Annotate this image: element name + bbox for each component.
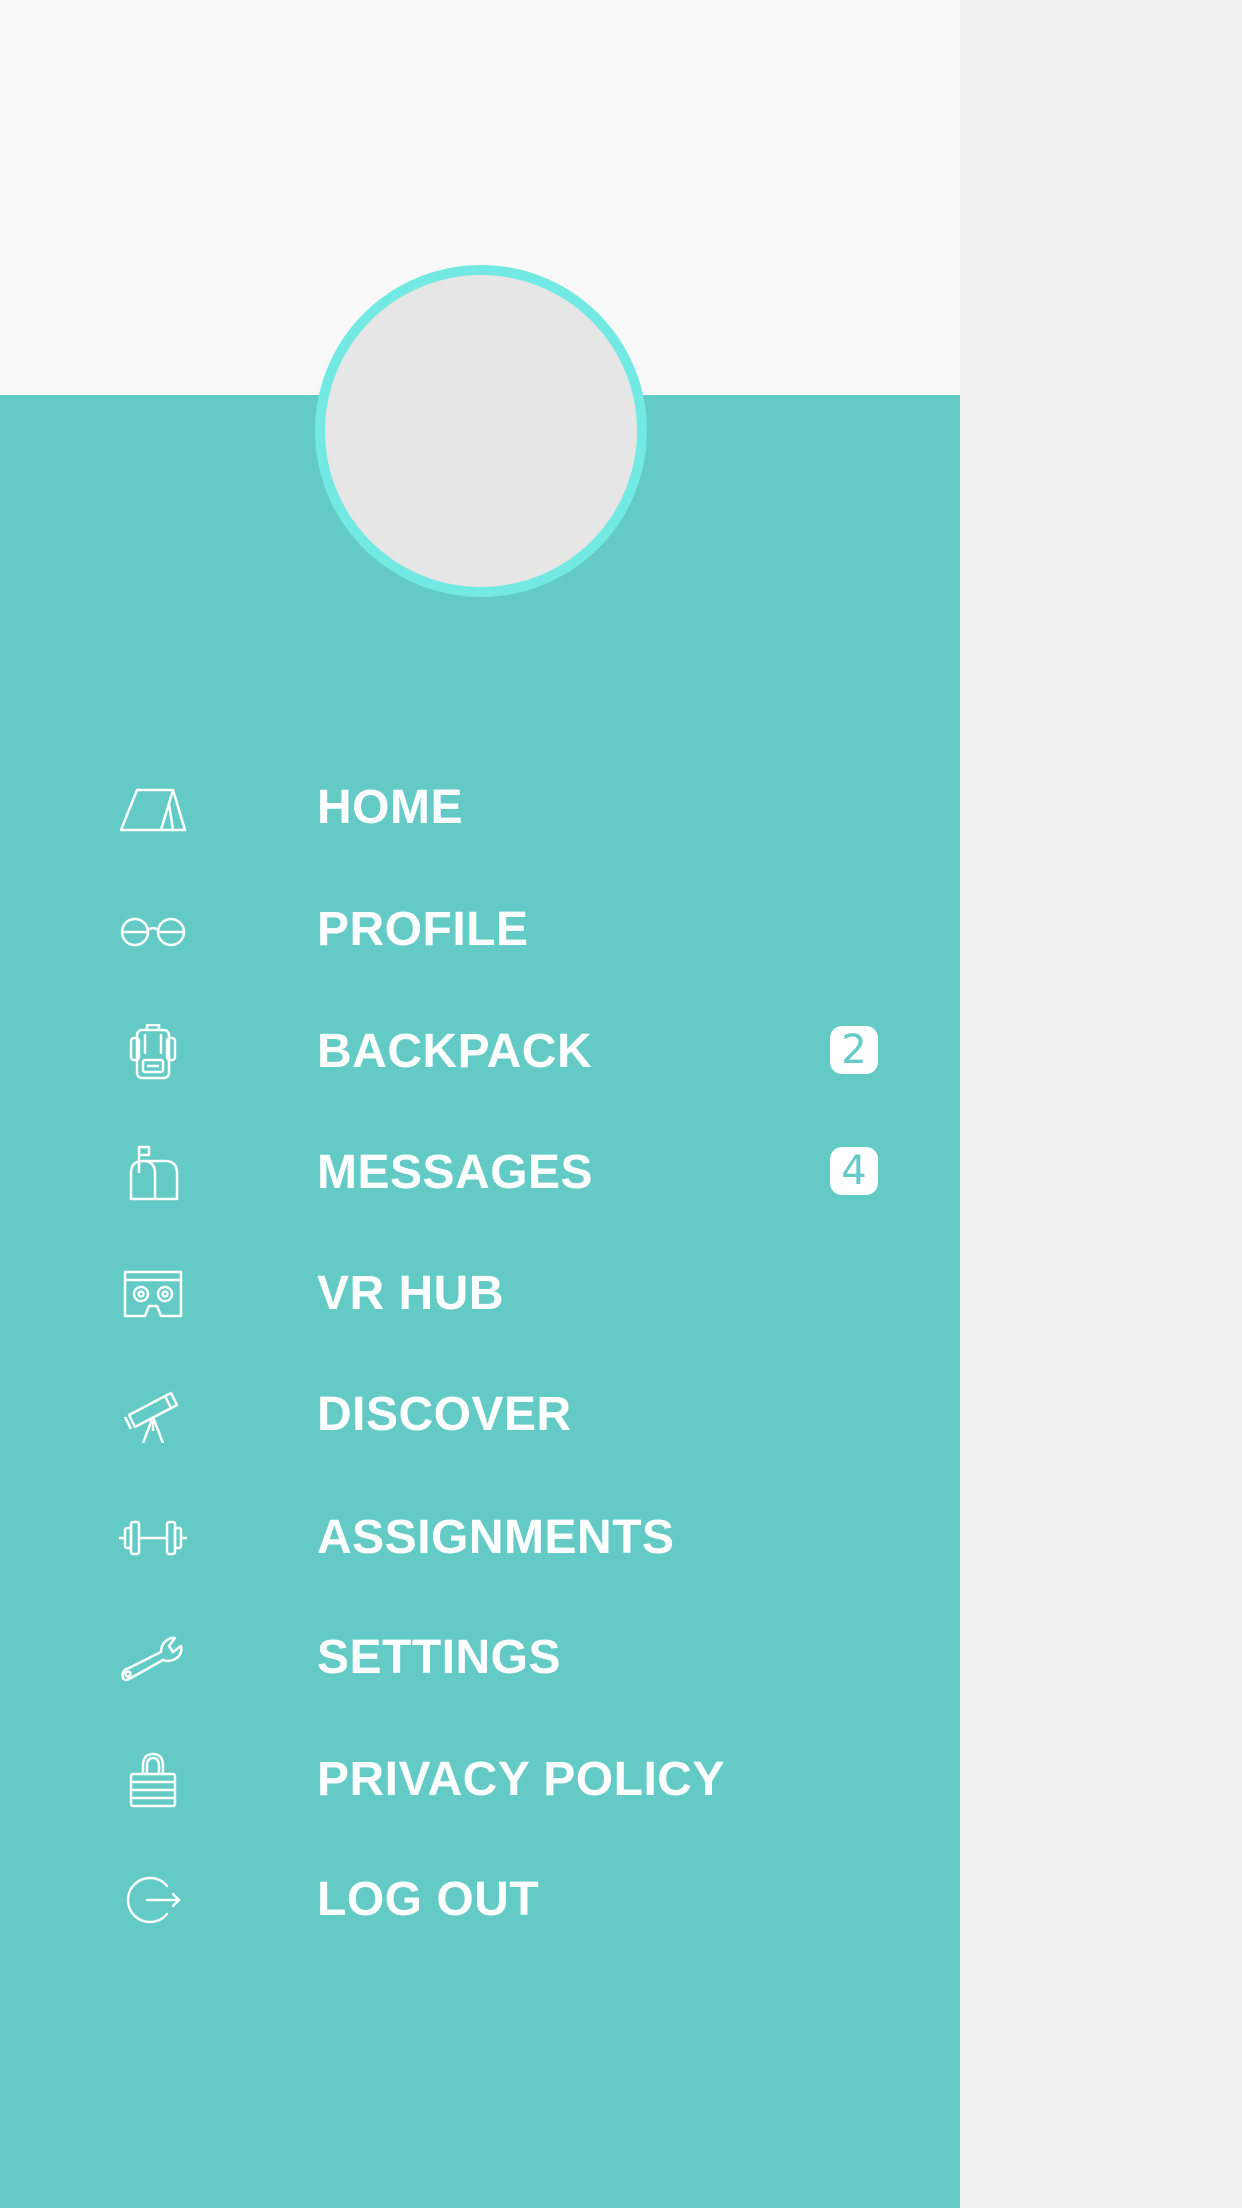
- dumbbell-icon: [113, 1506, 193, 1570]
- menu-label: PROFILE: [317, 903, 529, 956]
- menu-item-backpack[interactable]: BACKPACK 2: [0, 1002, 960, 1102]
- mailbox-icon: [113, 1141, 193, 1205]
- avatar[interactable]: [315, 265, 647, 597]
- menu-item-messages[interactable]: MESSAGES 4: [0, 1123, 960, 1223]
- navigation-drawer: HOME PROFILE BACKPACK 2 MESSAGES 4 VR HU…: [0, 0, 960, 2208]
- menu-label: SETTINGS: [317, 1631, 562, 1684]
- wrench-icon: [113, 1626, 193, 1690]
- menu-label: ASSIGNMENTS: [317, 1511, 675, 1564]
- menu-label: LOG OUT: [317, 1873, 540, 1926]
- menu-item-home[interactable]: HOME: [0, 758, 960, 858]
- menu-item-privacy-policy[interactable]: PRIVACY POLICY: [0, 1730, 960, 1830]
- tent-icon: [113, 776, 193, 840]
- menu-item-discover[interactable]: DISCOVER: [0, 1365, 960, 1465]
- menu-label: DISCOVER: [317, 1388, 572, 1441]
- backpack-icon: [113, 1020, 193, 1084]
- menu-item-settings[interactable]: SETTINGS: [0, 1608, 960, 1708]
- notification-badge: 2: [830, 1026, 878, 1074]
- menu-label: VR HUB: [317, 1267, 505, 1320]
- logout-icon: [113, 1868, 193, 1932]
- notification-badge: 4: [830, 1147, 878, 1195]
- menu-item-vr-hub[interactable]: VR HUB: [0, 1244, 960, 1344]
- lock-icon: [113, 1748, 193, 1812]
- menu-item-profile[interactable]: PROFILE: [0, 880, 960, 980]
- menu-label: HOME: [317, 781, 463, 834]
- menu-item-log-out[interactable]: LOG OUT: [0, 1850, 960, 1950]
- glasses-icon: [113, 898, 193, 962]
- menu-label: BACKPACK: [317, 1025, 593, 1078]
- menu-label: MESSAGES: [317, 1146, 594, 1199]
- menu-label: PRIVACY POLICY: [317, 1753, 725, 1806]
- telescope-icon: [113, 1383, 193, 1447]
- menu-item-assignments[interactable]: ASSIGNMENTS: [0, 1488, 960, 1588]
- content-area: [960, 0, 1242, 2208]
- vr-headset-icon: [113, 1262, 193, 1326]
